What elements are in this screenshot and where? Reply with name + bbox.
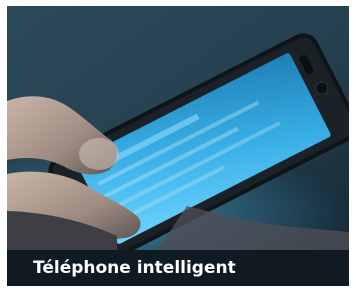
image-card[interactable]: Téléphone intelligent — [7, 6, 349, 286]
smartphone-photo — [7, 6, 349, 250]
caption-bar: Téléphone intelligent — [7, 250, 349, 286]
image-caption: Téléphone intelligent — [33, 258, 236, 278]
